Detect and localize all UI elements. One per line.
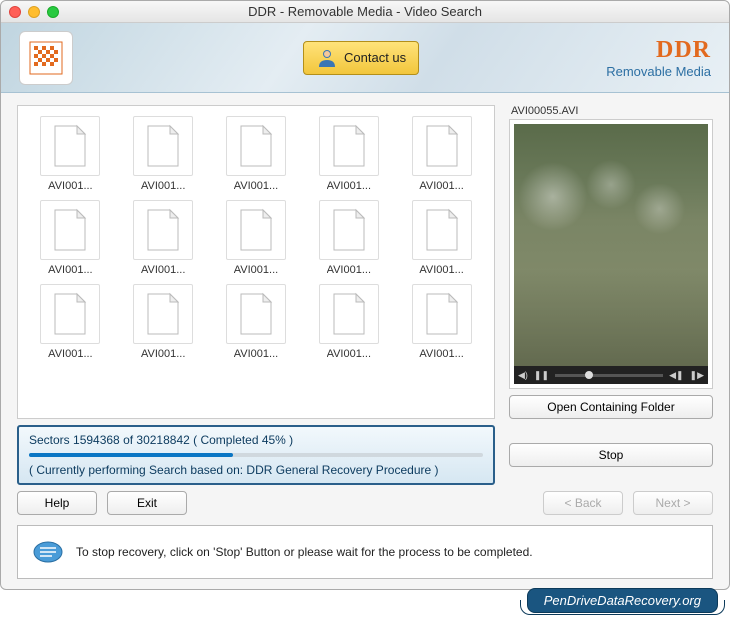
exit-button[interactable]: Exit [107, 491, 187, 515]
file-label: AVI001... [327, 348, 371, 360]
file-item[interactable]: AVI001... [26, 284, 115, 360]
file-item[interactable]: AVI001... [26, 200, 115, 276]
watermark: PenDriveDataRecovery.org [527, 588, 718, 613]
stop-button[interactable]: Stop [509, 443, 713, 467]
file-icon [319, 116, 379, 176]
files-panel: AVI001... AVI001... AVI001... AVI001... [17, 105, 495, 419]
file-icon [412, 284, 472, 344]
file-item[interactable]: AVI001... [397, 200, 486, 276]
file-icon [412, 116, 472, 176]
file-item[interactable]: AVI001... [212, 200, 301, 276]
file-icon [40, 116, 100, 176]
file-icon [226, 116, 286, 176]
info-icon [32, 536, 64, 568]
video-seek-track[interactable] [555, 374, 663, 377]
file-item[interactable]: AVI001... [212, 284, 301, 360]
file-item[interactable]: AVI001... [26, 116, 115, 192]
brand-block: DDR Removable Media [606, 37, 711, 79]
file-icon [319, 284, 379, 344]
progress-bar [29, 453, 483, 457]
app-logo-icon [28, 40, 64, 76]
banner: Contact us DDR Removable Media [1, 23, 729, 93]
file-icon [133, 116, 193, 176]
person-icon [316, 47, 338, 69]
file-label: AVI001... [141, 264, 185, 276]
volume-icon[interactable]: ◀) [518, 370, 528, 381]
brand-main: DDR [606, 37, 711, 64]
file-item[interactable]: AVI001... [304, 284, 393, 360]
file-icon [226, 284, 286, 344]
file-item[interactable]: AVI001... [212, 116, 301, 192]
file-label: AVI001... [419, 264, 463, 276]
file-icon [226, 200, 286, 260]
contact-us-button[interactable]: Contact us [303, 41, 419, 75]
contact-us-label: Contact us [344, 50, 406, 65]
file-label: AVI001... [419, 348, 463, 360]
file-item[interactable]: AVI001... [304, 116, 393, 192]
file-label: AVI001... [141, 180, 185, 192]
file-item[interactable]: AVI001... [304, 200, 393, 276]
file-label: AVI001... [48, 348, 92, 360]
video-controls: ◀) ❚❚ ◀❚ ❚▶ [514, 366, 708, 384]
next-button[interactable]: ❚▶ [690, 370, 704, 381]
titlebar: DDR - Removable Media - Video Search [1, 1, 729, 23]
file-icon [40, 284, 100, 344]
preview-thumbnail [514, 124, 708, 366]
prev-button[interactable]: ◀❚ [669, 370, 683, 381]
help-button[interactable]: Help [17, 491, 97, 515]
preview-box: ◀) ❚❚ ◀❚ ❚▶ [509, 119, 713, 389]
hint-box: To stop recovery, click on 'Stop' Button… [17, 525, 713, 579]
preview-filename: AVI00055.AVI [509, 105, 713, 117]
back-button: < Back [543, 491, 623, 515]
status-box: Sectors 1594368 of 30218842 ( Completed … [17, 425, 495, 485]
file-item[interactable]: AVI001... [119, 284, 208, 360]
open-containing-folder-button[interactable]: Open Containing Folder [509, 395, 713, 419]
window-title: DDR - Removable Media - Video Search [1, 4, 729, 19]
pause-button[interactable]: ❚❚ [534, 370, 549, 381]
file-label: AVI001... [48, 180, 92, 192]
status-sectors-text: Sectors 1594368 of 30218842 ( Completed … [29, 433, 483, 447]
file-label: AVI001... [419, 180, 463, 192]
file-icon [412, 200, 472, 260]
file-icon [133, 284, 193, 344]
file-label: AVI001... [48, 264, 92, 276]
next-button-nav: Next > [633, 491, 713, 515]
file-item[interactable]: AVI001... [119, 200, 208, 276]
file-item[interactable]: AVI001... [397, 116, 486, 192]
file-label: AVI001... [234, 264, 278, 276]
file-label: AVI001... [327, 264, 371, 276]
file-item[interactable]: AVI001... [397, 284, 486, 360]
file-label: AVI001... [327, 180, 371, 192]
file-icon [319, 200, 379, 260]
file-label: AVI001... [234, 180, 278, 192]
file-label: AVI001... [141, 348, 185, 360]
brand-sub: Removable Media [606, 64, 711, 79]
app-logo-button[interactable] [19, 31, 73, 85]
file-icon [133, 200, 193, 260]
file-label: AVI001... [234, 348, 278, 360]
status-mode-text: ( Currently performing Search based on: … [29, 463, 483, 477]
hint-text: To stop recovery, click on 'Stop' Button… [76, 545, 533, 559]
file-item[interactable]: AVI001... [119, 116, 208, 192]
file-icon [40, 200, 100, 260]
